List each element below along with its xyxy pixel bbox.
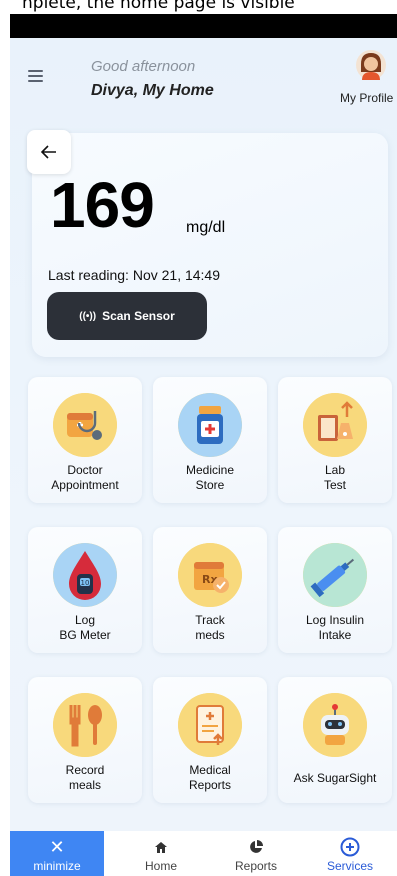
tile-lab-test[interactable]: Lab Test	[278, 377, 392, 503]
nav-label: Reports	[234, 859, 278, 873]
nav-label: minimize	[33, 859, 81, 873]
track-meds-icon: Rx	[178, 543, 242, 607]
tile-label: Track meds	[195, 613, 225, 642]
medicine-store-icon	[178, 393, 242, 457]
tile-label: Record meals	[65, 763, 105, 792]
tile-medical-reports[interactable]: Medical Reports	[153, 677, 267, 803]
glucose-unit: mg/dl	[186, 219, 226, 236]
glucose-reading-card: 169 mg/dl Last reading: Nov 21, 14:49 ((…	[27, 130, 388, 357]
tile-ask-sugarsight[interactable]: Ask SugarSight	[278, 677, 392, 803]
app-screen: Good afternoon Divya, My Home My Profile…	[10, 38, 397, 876]
tile-doctor-appointment[interactable]: Doctor Appointment	[28, 377, 142, 503]
tile-label: Medical Reports	[188, 763, 232, 792]
avatar	[356, 50, 386, 80]
header: Good afternoon Divya, My Home My Profile	[10, 38, 397, 122]
robot-assistant-icon	[303, 693, 367, 757]
lab-test-icon	[303, 393, 367, 457]
pie-chart-icon	[250, 840, 263, 853]
status-bar	[10, 14, 397, 38]
bg-meter-icon: 10	[53, 543, 117, 607]
tile-log-insulin-intake[interactable]: Log Insulin Intake	[278, 527, 392, 653]
scan-sensor-button[interactable]: ((•)) Scan Sensor	[47, 292, 207, 340]
profile-button[interactable]: My Profile	[336, 44, 397, 108]
last-reading-text: Last reading: Nov 21, 14:49	[48, 267, 221, 283]
tile-label: Doctor Appointment	[51, 463, 119, 492]
nav-reports[interactable]: Reports	[209, 831, 303, 876]
scan-sensor-label: Scan Sensor	[102, 309, 175, 323]
tile-label: Medicine Store	[185, 463, 235, 492]
doctor-appointment-icon	[53, 393, 117, 457]
medical-reports-icon	[178, 693, 242, 757]
nav-minimize[interactable]: ✕ minimize	[10, 831, 104, 876]
close-icon: ✕	[49, 837, 65, 857]
top-caption: nplete, the home page is visible	[22, 0, 295, 13]
back-arrow-icon	[41, 145, 56, 159]
tile-label: Ask SugarSight	[293, 771, 377, 785]
bottom-nav: ✕ minimize Home Reports Services	[10, 831, 397, 876]
nav-label: Services	[326, 859, 373, 873]
tile-record-meals[interactable]: Record meals	[28, 677, 142, 803]
tile-label: Log BG Meter	[59, 613, 111, 642]
glucose-value: 169	[50, 169, 155, 241]
meals-icon	[53, 693, 117, 757]
profile-label: My Profile	[340, 91, 394, 105]
insulin-syringe-icon	[303, 543, 367, 607]
add-circle-icon	[340, 837, 360, 857]
tile-medicine-store[interactable]: Medicine Store	[153, 377, 267, 503]
nav-home[interactable]: Home	[114, 831, 208, 876]
menu-icon[interactable]	[28, 70, 43, 82]
home-icon	[155, 841, 167, 853]
greeting-text: Good afternoon	[91, 58, 196, 75]
tile-label: Log Insulin Intake	[305, 613, 365, 642]
nav-label: Home	[144, 859, 177, 873]
signal-icon: ((•))	[79, 310, 97, 322]
tile-log-bg-meter[interactable]: 10 Log BG Meter	[28, 527, 142, 653]
nav-services[interactable]: Services	[303, 831, 397, 876]
tile-label: Lab Test	[323, 463, 346, 492]
home-title: Divya, My Home	[91, 82, 214, 99]
tile-track-meds[interactable]: Rx Track meds	[153, 527, 267, 653]
svg-text:10: 10	[81, 579, 90, 587]
